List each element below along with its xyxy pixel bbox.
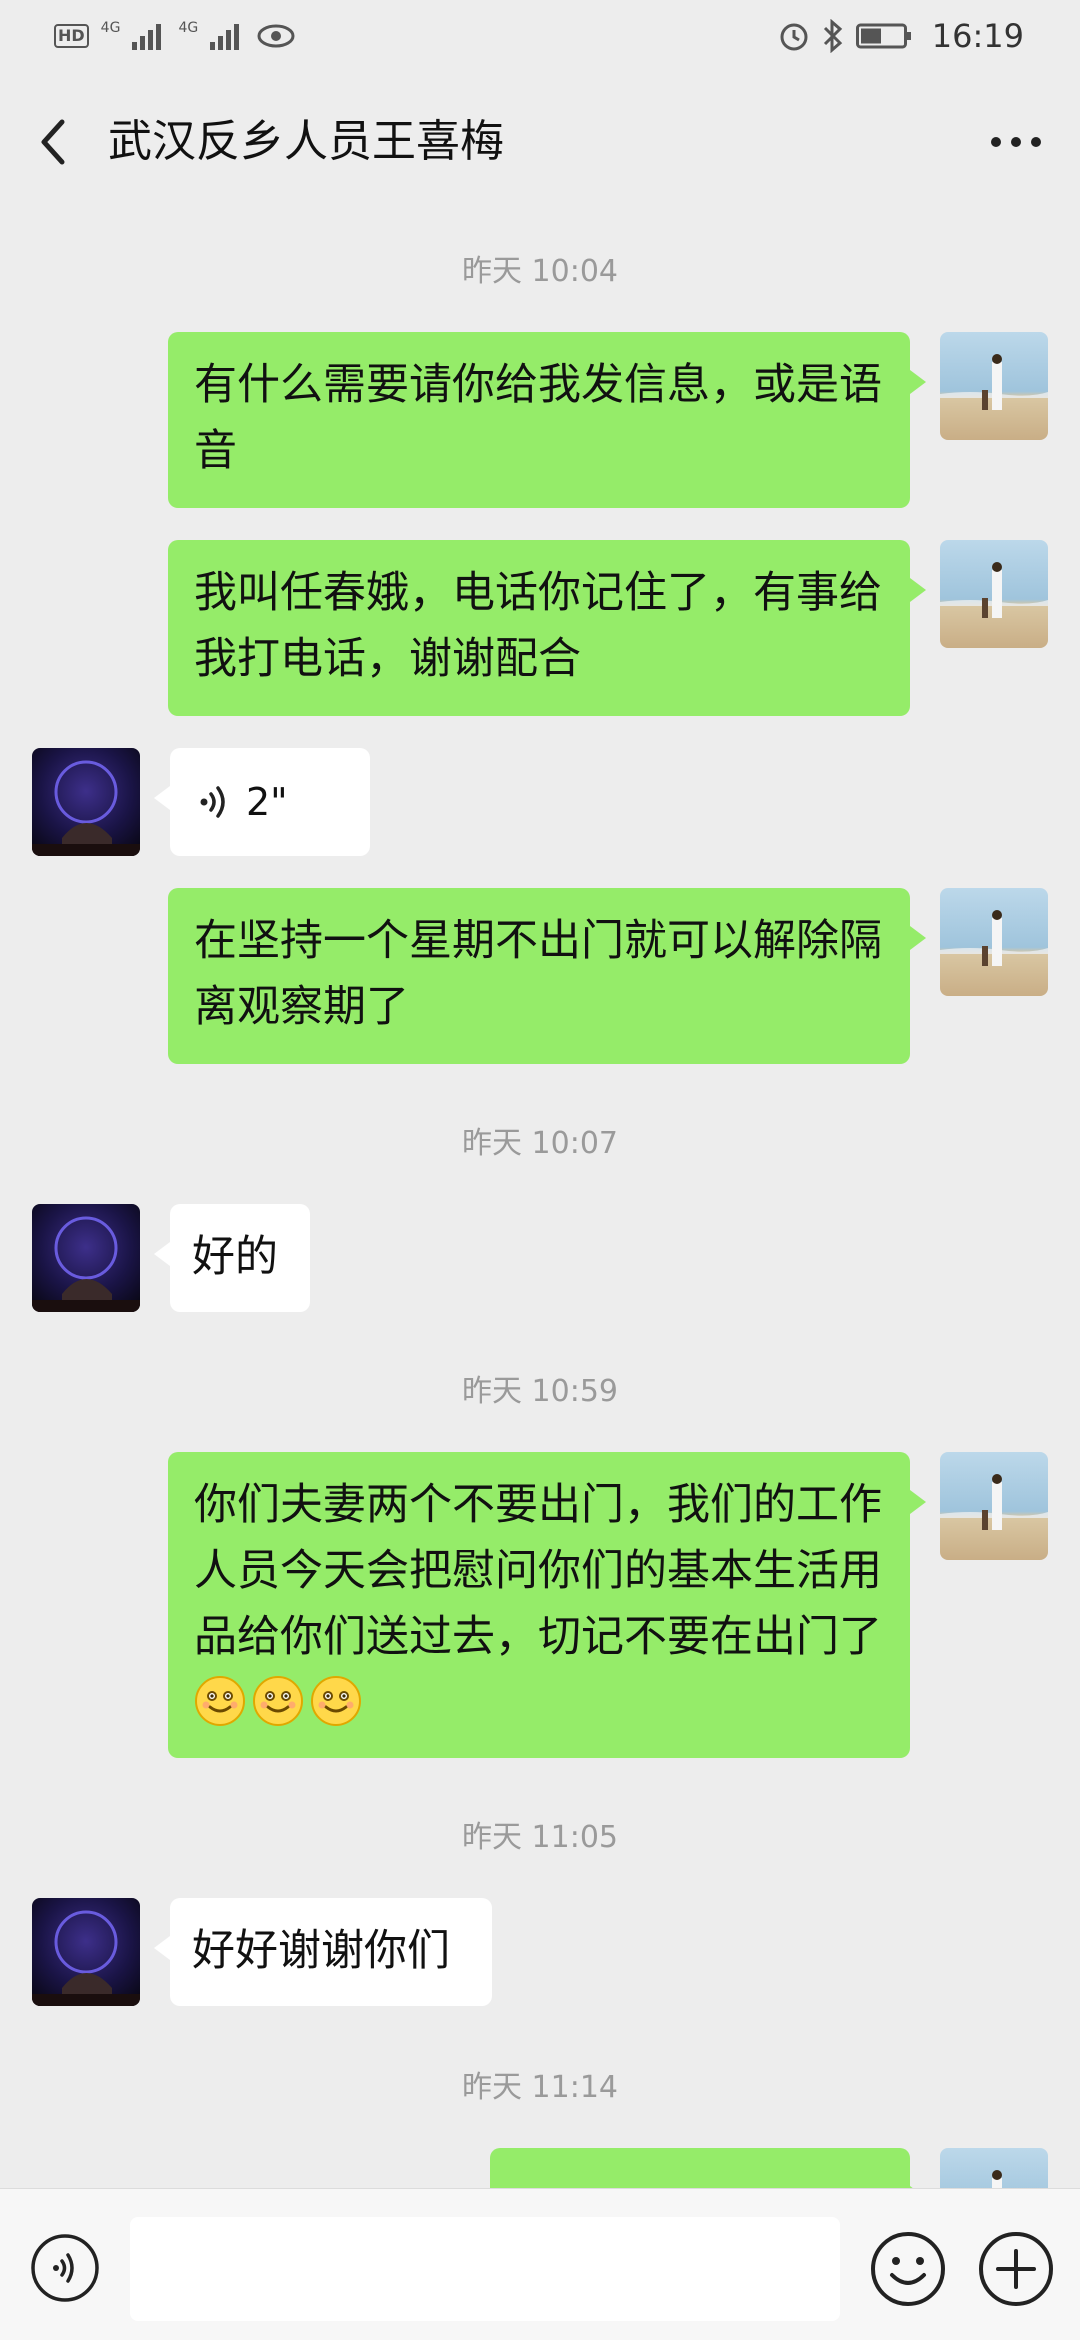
clock-time: 16:19: [931, 17, 1024, 55]
message-text: 在坚持一个星期不出门就可以解除隔离观察期了: [194, 916, 882, 1032]
timestamp: 昨天 10:59: [462, 1374, 618, 1409]
voice-wave-icon: [200, 786, 225, 818]
status-bar: HD 4G 4G 16:19: [0, 0, 1080, 72]
message-text: 好的: [192, 1232, 278, 1282]
network-type-1: 4G: [100, 20, 121, 36]
message-text: 好好谢谢你们: [192, 1926, 450, 1976]
status-bar-left: HD 4G 4G: [54, 20, 296, 50]
message-bubble-outgoing[interactable]: 在坚持一个星期不出门就可以解除隔离观察期了: [168, 888, 926, 1064]
beach-photo-avatar: [940, 332, 1048, 440]
chevron-left-icon[interactable]: [34, 114, 74, 170]
night-photo-avatar: [32, 748, 140, 856]
message-bubble-incoming[interactable]: 好的: [154, 1204, 310, 1312]
signal-icon: [132, 24, 162, 50]
status-bar-right: 16:19: [778, 17, 1024, 55]
smile-emoji-icon: [195, 1676, 245, 1726]
beach-photo-avatar: [940, 1452, 1048, 1560]
avatar-self[interactable]: [940, 540, 1048, 648]
night-photo-avatar: [32, 1898, 140, 2006]
avatar-contact[interactable]: [32, 1204, 140, 1312]
night-photo-avatar: [32, 1204, 140, 1312]
avatar-contact[interactable]: [32, 748, 140, 856]
avatar-self[interactable]: [940, 888, 1048, 996]
network-type-2: 4G: [178, 20, 199, 36]
chat-title: 武汉反乡人员王喜梅: [108, 116, 504, 167]
timestamp: 昨天 10:04: [462, 254, 618, 289]
more-dots-icon[interactable]: [986, 114, 1046, 170]
timestamp: 昨天 11:05: [462, 1820, 618, 1855]
message-bubble-outgoing[interactable]: 你们夫妻两个不要出门，我们的工作人员今天会把慰问你们的基本生活用品给你们送过去，…: [168, 1452, 926, 1758]
beach-photo-avatar: [940, 540, 1048, 648]
message-input[interactable]: [130, 2217, 840, 2321]
timestamp: 昨天 11:14: [462, 2070, 618, 2105]
message-text: 你们夫妻两个不要出门，我们的工作人员今天会把慰问你们的基本生活用品给你们送过去，…: [194, 1480, 882, 1662]
smile-emoji-icon: [253, 1676, 303, 1726]
eye-icon: [257, 24, 295, 48]
avatar-self[interactable]: [940, 2148, 1048, 2188]
voice-message-content: 2": [196, 748, 344, 856]
avatar-self[interactable]: [940, 332, 1048, 440]
emoji-group: [194, 1676, 368, 1728]
plus-more-icon[interactable]: [976, 2229, 1056, 2309]
chat-header: 武汉反乡人员王喜梅: [0, 72, 1080, 212]
voice-input-icon[interactable]: [30, 2233, 100, 2303]
chat-input-bar: [0, 2188, 1080, 2340]
emoji-picker-icon[interactable]: [868, 2229, 948, 2309]
bluetooth-icon: [823, 19, 842, 53]
voice-message-bubble[interactable]: 2": [154, 748, 370, 856]
beach-photo-avatar: [940, 2148, 1048, 2188]
avatar-contact[interactable]: [32, 1898, 140, 2006]
avatar-self[interactable]: [940, 1452, 1048, 1560]
message-text: 有什么需要请你给我发信息，或是语音: [194, 360, 882, 476]
voice-duration: 2": [246, 780, 288, 824]
beach-photo-avatar: [940, 888, 1048, 996]
message-text: 我叫任春娥，电话你记住了，有事给我打电话，谢谢配合: [194, 568, 882, 684]
timestamp: 昨天 10:07: [462, 1126, 618, 1161]
hd-badge: HD: [54, 24, 89, 48]
message-bubble-incoming[interactable]: 好好谢谢你们: [154, 1898, 492, 2006]
message-bubble-outgoing[interactable]: 有什么需要请你给我发信息，或是语音: [168, 332, 926, 508]
alarm-icon: [780, 23, 808, 51]
smile-emoji-icon: [311, 1676, 361, 1726]
battery-icon: [855, 23, 911, 49]
message-bubble-outgoing[interactable]: 我叫任春娥，电话你记住了，有事给我打电话，谢谢配合: [168, 540, 926, 716]
signal-icon: [210, 24, 240, 50]
